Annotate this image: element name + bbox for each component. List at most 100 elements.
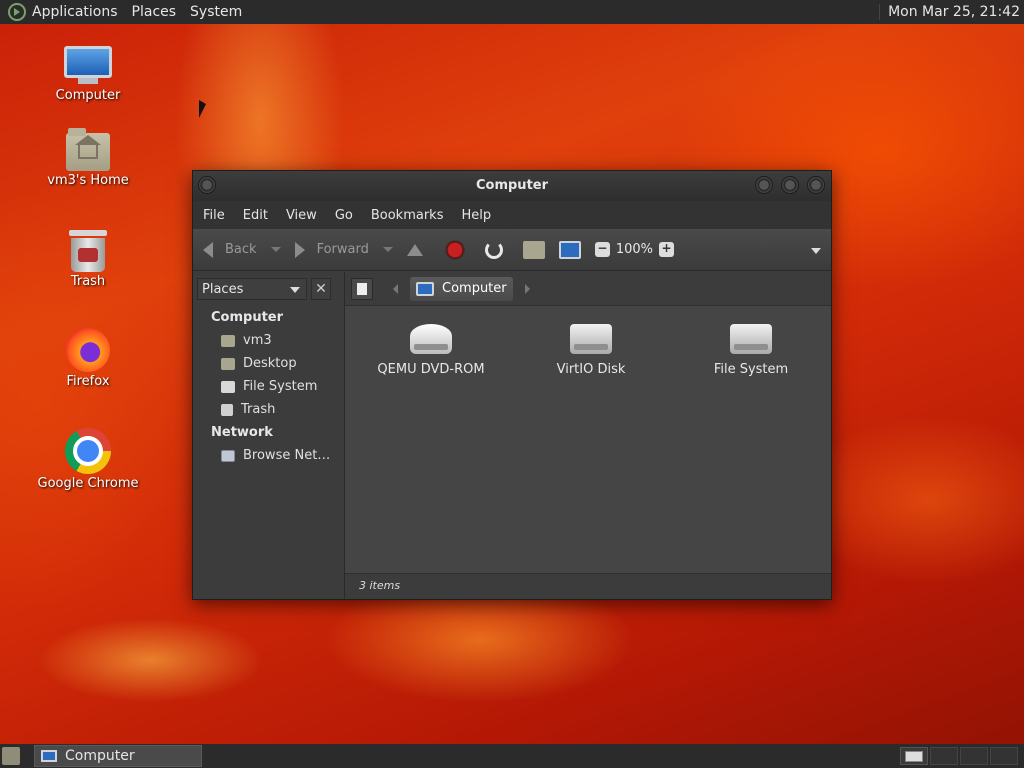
file-item-virtio-disk[interactable]: VirtIO Disk: [521, 324, 661, 377]
back-history-dropdown[interactable]: [270, 247, 281, 252]
sidebar-header: Places ✕: [197, 278, 340, 300]
menu-applications[interactable]: Applications: [32, 4, 118, 20]
toolbar: Back Forward − 100% +: [193, 229, 831, 271]
optical-drive-icon: [410, 324, 452, 354]
sidebar-heading-network: Network: [211, 425, 273, 440]
stop-icon: [444, 239, 465, 260]
file-item-qemu-dvd-rom[interactable]: QEMU DVD-ROM: [361, 324, 501, 377]
chevron-down-icon: [290, 287, 300, 293]
forward-button[interactable]: Forward: [294, 241, 393, 258]
up-button[interactable]: [406, 243, 423, 256]
workspace-2[interactable]: [930, 747, 958, 765]
minimize-button[interactable]: [755, 176, 773, 194]
menu-file[interactable]: File: [203, 208, 225, 223]
sidebar-item-label: vm3: [243, 333, 272, 348]
computer-button[interactable]: [558, 240, 581, 259]
file-manager-window: Computer File Edit View Go Bookmarks Hel…: [192, 170, 832, 600]
file-grid: QEMU DVD-ROM VirtIO Disk File System: [345, 306, 831, 566]
desktop-icon-firefox[interactable]: Firefox: [33, 328, 143, 389]
hard-disk-icon: [570, 324, 612, 354]
window-titlebar[interactable]: Computer: [193, 171, 831, 201]
zoom-in-button[interactable]: +: [659, 242, 675, 257]
sidebar-item-label: Browse Net…: [243, 448, 331, 463]
trash-icon: [69, 230, 107, 272]
sidebar-item-label: File System: [243, 379, 318, 394]
back-label: Back: [225, 242, 257, 257]
computer-icon: [558, 240, 581, 259]
status-text: 3 items: [359, 579, 401, 592]
path-bar: Computer: [345, 272, 831, 306]
sidebar-item-browse-network[interactable]: Browse Net…: [193, 444, 344, 467]
sidebar-item-label: Trash: [241, 402, 276, 417]
maximize-button[interactable]: [781, 176, 799, 194]
file-label: File System: [713, 362, 789, 377]
close-sidebar-button[interactable]: ✕: [311, 278, 331, 300]
desktop-folder-icon: [221, 357, 235, 370]
stop-button[interactable]: [444, 239, 465, 260]
mouse-cursor-icon: [199, 100, 206, 118]
menu-go[interactable]: Go: [335, 208, 353, 223]
file-item-file-system[interactable]: File System: [681, 324, 821, 377]
trash-icon: [221, 403, 233, 416]
toolbar-overflow-dropdown[interactable]: [811, 248, 821, 254]
window-menu-button[interactable]: [198, 176, 216, 194]
desktop-icon-label: Firefox: [66, 374, 110, 389]
computer-icon: [416, 281, 434, 296]
menu-system[interactable]: System: [190, 4, 242, 20]
taskbar-item-computer[interactable]: Computer: [34, 745, 202, 767]
forward-label: Forward: [316, 242, 369, 257]
forward-arrow-icon: [294, 241, 305, 258]
file-label: QEMU DVD-ROM: [377, 362, 485, 377]
sidebar-item-desktop[interactable]: Desktop: [193, 352, 344, 375]
back-button[interactable]: Back: [203, 241, 281, 258]
sidebar-type-label: Places: [202, 281, 244, 297]
window-content: Places ✕ Computer vm3 Desktop File Syste…: [193, 272, 831, 599]
home-icon: [522, 240, 545, 259]
menu-edit[interactable]: Edit: [243, 208, 268, 223]
desktop-icon-label: vm3's Home: [47, 173, 129, 188]
toggle-location-entry-button[interactable]: [351, 277, 373, 300]
home-button[interactable]: [522, 240, 545, 259]
clock[interactable]: Mon Mar 25, 21:42: [879, 4, 1020, 20]
show-desktop-button[interactable]: [2, 747, 20, 765]
chrome-icon: [65, 428, 111, 474]
menu-bookmarks[interactable]: Bookmarks: [371, 208, 444, 223]
workspace-4[interactable]: [990, 747, 1018, 765]
sidebar-heading-computer: Computer: [211, 310, 284, 325]
breadcrumb-label: Computer: [442, 281, 507, 296]
menu-help[interactable]: Help: [461, 208, 491, 223]
zoom-out-button[interactable]: −: [594, 242, 610, 257]
zoom-control: − 100% +: [594, 242, 675, 257]
desktop-icon-trash[interactable]: Trash: [33, 230, 143, 289]
back-arrow-icon: [203, 241, 213, 258]
desktop-icon-label: Computer: [55, 88, 121, 103]
close-button[interactable]: [807, 176, 825, 194]
sidebar-type-select[interactable]: Places: [197, 278, 307, 300]
home-folder-icon: [66, 128, 110, 171]
computer-icon: [41, 750, 57, 762]
desktop-icon-home[interactable]: vm3's Home: [33, 128, 143, 188]
sidebar-item-file-system[interactable]: File System: [193, 375, 344, 398]
file-view: Computer QEMU DVD-ROM VirtIO Disk File S…: [345, 272, 831, 599]
hard-disk-icon: [730, 324, 772, 354]
sidebar-item-trash[interactable]: Trash: [193, 398, 344, 421]
network-icon: [221, 449, 235, 462]
menu-places[interactable]: Places: [132, 4, 177, 20]
desktop-icon-label: Trash: [70, 274, 106, 289]
desktop-icon-chrome[interactable]: Google Chrome: [33, 428, 143, 491]
workspace-1[interactable]: [900, 747, 928, 765]
sidebar-item-vm3[interactable]: vm3: [193, 329, 344, 352]
breadcrumb-computer[interactable]: Computer: [410, 276, 513, 301]
home-folder-icon: [221, 334, 235, 347]
path-scroll-left-icon[interactable]: [393, 283, 398, 294]
reload-button[interactable]: [484, 240, 503, 259]
forward-history-dropdown[interactable]: [382, 247, 393, 252]
drive-icon: [221, 380, 235, 393]
computer-icon: [64, 46, 112, 86]
desktop-icon-computer[interactable]: Computer: [33, 46, 143, 103]
menu-view[interactable]: View: [286, 208, 317, 223]
distro-logo-icon[interactable]: [8, 3, 26, 21]
up-arrow-icon: [406, 243, 423, 256]
path-scroll-right-icon[interactable]: [524, 283, 530, 294]
workspace-3[interactable]: [960, 747, 988, 765]
